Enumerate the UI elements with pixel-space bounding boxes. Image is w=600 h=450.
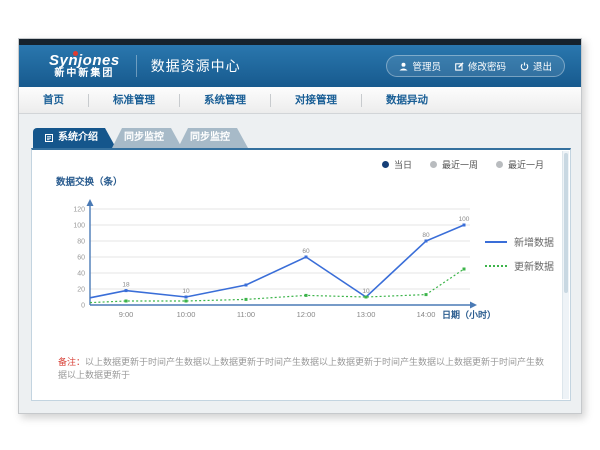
change-password-label: 修改密码 [468,59,506,73]
nav-item-data-change[interactable]: 数据异动 [362,93,452,107]
user-name-label: 管理员 [412,59,441,73]
tab-label: 系统介绍 [58,128,98,148]
legend-item-updated-data[interactable]: 更新数据 [485,258,554,273]
svg-text:13:00: 13:00 [357,310,376,319]
tab-system-intro[interactable]: 系统介绍 [33,128,116,148]
radio-label: 当日 [394,158,412,171]
svg-text:18: 18 [122,282,130,289]
radio-label: 最近一月 [508,158,544,171]
solid-line-icon [485,241,507,243]
company-logo: Synjones 新中新集团 [49,53,120,79]
svg-text:11:00: 11:00 [237,310,255,319]
change-password-button[interactable]: 修改密码 [455,59,506,73]
tab-label: 同步监控 [190,132,230,143]
scrollbar-thumb[interactable] [564,153,568,293]
svg-text:120: 120 [73,207,85,214]
page-title: 数据资源中心 [136,55,241,77]
svg-text:12:00: 12:00 [297,310,316,319]
content-area: 系统介绍 同步监控 同步监控 当日 最 [19,114,581,414]
radio-icon [496,161,503,168]
svg-text:14:00: 14:00 [417,310,436,319]
legend-label: 更新数据 [514,258,554,273]
radio-label: 最近一周 [442,158,478,171]
app-window: Synjones 新中新集团 数据资源中心 管理员 修改密码 退出 [18,38,582,414]
nav-item-system-mgmt[interactable]: 系统管理 [180,93,270,107]
panel-scrollbar[interactable] [562,151,569,399]
note-text: 以上数据更新于时间产生数据以上数据更新于时间产生数据以上数据更新于时间产生数据以… [58,357,544,380]
user-menu: 管理员 修改密码 退出 [386,55,565,77]
dotted-line-icon [485,265,507,267]
footer-note: 备注：以上数据更新于时间产生数据以上数据更新于时间产生数据以上数据更新于时间产生… [58,356,550,381]
chart-panel: 当日 最近一周 最近一月 数据交换（条） 0 20 40 60 80 100 120 9:00… [31,148,571,401]
svg-text:20: 20 [77,287,85,294]
svg-text:40: 40 [77,271,85,278]
svg-text:0: 0 [81,303,85,310]
svg-text:60: 60 [302,248,310,255]
radio-last-month[interactable]: 最近一月 [496,158,544,171]
nav-item-integration-mgmt[interactable]: 对接管理 [271,93,361,107]
document-icon [45,134,53,142]
user-icon [399,62,408,71]
svg-text:9:00: 9:00 [119,310,134,319]
tab-sync-monitor-1[interactable]: 同步监控 [112,128,182,148]
chart-legend: 新增数据 更新数据 [485,234,554,273]
app-header: Synjones 新中新集团 数据资源中心 管理员 修改密码 退出 [19,45,581,87]
radio-icon [382,161,389,168]
screen: Synjones 新中新集团 数据资源中心 管理员 修改密码 退出 [0,0,600,450]
line-chart: 0 20 40 60 80 100 120 9:00 10:00 11:00 12:00 13:00 1… [72,196,532,331]
svg-text:日期（小时）: 日期（小时） [442,309,496,320]
logo-sub-text: 新中新集团 [49,69,120,80]
tab-sync-monitor-2[interactable]: 同步监控 [178,128,248,148]
radio-icon [430,161,437,168]
svg-text:10:00: 10:00 [177,310,196,319]
main-nav: 首页 标准管理 系统管理 对接管理 数据异动 [19,87,581,114]
svg-text:80: 80 [422,232,430,239]
radio-today[interactable]: 当日 [382,158,412,171]
note-prefix: 备注： [58,357,85,367]
edit-icon [455,62,464,71]
svg-text:100: 100 [459,216,470,223]
current-user[interactable]: 管理员 [399,59,441,73]
nav-item-home[interactable]: 首页 [19,93,88,107]
svg-text:100: 100 [73,223,85,230]
tab-bar: 系统介绍 同步监控 同步监控 [33,128,248,148]
svg-text:60: 60 [77,255,85,262]
power-icon [520,62,529,71]
radio-last-week[interactable]: 最近一周 [430,158,478,171]
legend-label: 新增数据 [514,234,554,249]
svg-text:80: 80 [77,239,85,246]
svg-text:10: 10 [182,288,190,295]
logo-red-dot-icon [73,51,78,56]
logout-button[interactable]: 退出 [520,59,552,73]
legend-item-new-data[interactable]: 新增数据 [485,234,554,249]
logout-label: 退出 [533,59,552,73]
logo-main-text: Synjones [49,53,120,69]
period-filter-group: 当日 最近一周 最近一月 [382,158,544,171]
nav-item-standard-mgmt[interactable]: 标准管理 [89,93,179,107]
tab-label: 同步监控 [124,132,164,143]
chart-y-axis-title: 数据交换（条） [56,174,123,188]
svg-text:10: 10 [362,288,370,295]
